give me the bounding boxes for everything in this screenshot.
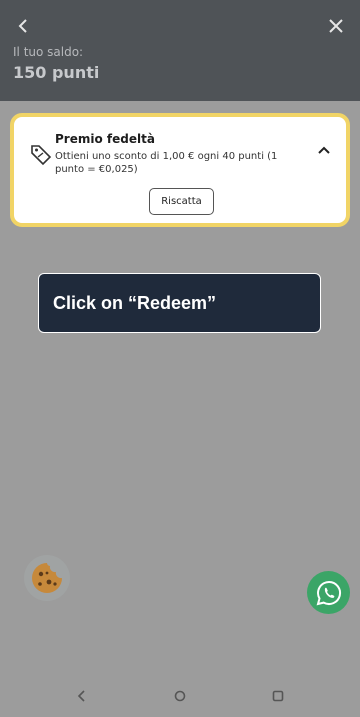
nav-back-icon[interactable] <box>72 686 92 706</box>
balance-label: Il tuo saldo: <box>13 45 84 59</box>
balance-value: 150 punti <box>13 63 100 82</box>
close-icon[interactable] <box>322 12 350 40</box>
tag-icon <box>29 142 53 166</box>
system-nav-bar <box>0 675 360 717</box>
tutorial-tooltip: Click on “Redeem” <box>38 273 321 333</box>
nav-home-icon[interactable] <box>170 686 190 706</box>
loyalty-reward-card: Premio fedeltà Ottieni uno sconto di 1,0… <box>10 113 350 227</box>
nav-recent-icon[interactable] <box>268 686 288 706</box>
back-icon[interactable] <box>10 12 38 40</box>
redeem-button[interactable]: Riscatta <box>149 188 214 215</box>
chevron-up-icon[interactable] <box>316 143 332 159</box>
whatsapp-icon[interactable] <box>307 571 350 614</box>
tooltip-text: Click on “Redeem” <box>53 292 217 313</box>
reward-description: Ottieni uno sconto di 1,00 € ogni 40 pun… <box>55 151 278 175</box>
cookie-icon[interactable] <box>24 555 70 601</box>
header-bar: Il tuo saldo: 150 punti <box>0 0 360 101</box>
reward-title: Premio fedeltà <box>55 132 155 146</box>
